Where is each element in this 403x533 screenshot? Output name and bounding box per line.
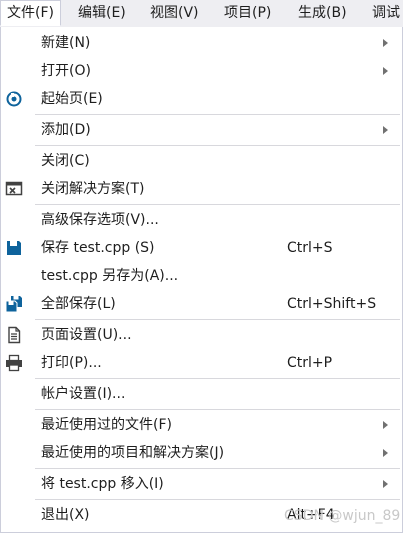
submenu-arrow-icon [383, 421, 388, 429]
shortcut-label: Ctrl+Shift+S [287, 296, 377, 312]
submenu-arrow-icon [383, 480, 388, 488]
menu-separator [35, 499, 400, 500]
save-icon [7, 241, 21, 255]
watermark: CSDN @wjun_89 [284, 508, 401, 524]
menu-separator [35, 378, 400, 379]
menu-separator [35, 409, 400, 410]
menu-view[interactable]: 视图(V) [144, 0, 205, 26]
menu-separator [35, 204, 400, 205]
submenu-arrow-icon [383, 67, 388, 75]
menu-item-label: 最近使用的项目和解决方案(J) [41, 445, 225, 461]
menu-bar: 文件(F) 编辑(E) 视图(V) 项目(P) 生成(B) 调试 [0, 0, 403, 28]
menu-item-recent-files[interactable]: 最近使用过的文件(F) [1, 411, 402, 439]
menu-item-label: 帐户设置(I)... [41, 386, 126, 402]
menu-item-label: 全部保存(L) [41, 296, 116, 312]
submenu-arrow-icon [383, 449, 388, 457]
menu-item-label: 关闭解决方案(T) [41, 181, 145, 197]
file-menu-dropdown: 新建(N) 打开(O) 起始页(E) 添加(D) 关闭(C) 关闭解决方案(T) [0, 27, 403, 533]
menu-item-label: test.cpp 另存为(A)... [41, 268, 179, 284]
printer-icon [6, 354, 22, 372]
menu-item-label: 页面设置(U)... [41, 327, 132, 343]
shortcut-label: Ctrl+S [287, 240, 333, 256]
menu-item-label: 打开(O) [41, 63, 91, 79]
menu-item-label: 添加(D) [41, 122, 91, 138]
menu-item-label: 最近使用过的文件(F) [41, 417, 172, 433]
menu-item-label: 将 test.cpp 移入(I) [41, 476, 164, 492]
menu-item-page-setup[interactable]: 页面设置(U)... [1, 321, 402, 349]
menu-item-move-into[interactable]: 将 test.cpp 移入(I) [1, 470, 402, 498]
start-page-icon [6, 91, 22, 107]
menu-separator [35, 145, 400, 146]
menu-edit[interactable]: 编辑(E) [72, 0, 132, 26]
menu-separator [35, 114, 400, 115]
menu-item-label: 退出(X) [41, 507, 90, 523]
menu-file[interactable]: 文件(F) [0, 0, 61, 26]
menu-item-close-solution[interactable]: 关闭解决方案(T) [1, 175, 402, 203]
menu-item-label: 关闭(C) [41, 153, 90, 169]
menu-separator [35, 319, 400, 320]
menu-item-save[interactable]: 保存 test.cpp (S) Ctrl+S [1, 234, 402, 262]
menu-build[interactable]: 生成(B) [292, 0, 353, 26]
menu-debug[interactable]: 调试 [366, 0, 403, 26]
submenu-arrow-icon [383, 126, 388, 134]
page-setup-icon [8, 326, 21, 344]
menu-item-close[interactable]: 关闭(C) [1, 147, 402, 175]
menu-item-label: 起始页(E) [41, 91, 103, 107]
menu-item-recent-projects[interactable]: 最近使用的项目和解决方案(J) [1, 439, 402, 467]
menu-item-label: 高级保存选项(V)... [41, 212, 159, 228]
submenu-arrow-icon [383, 39, 388, 47]
menu-item-open[interactable]: 打开(O) [1, 57, 402, 85]
menu-item-start-page[interactable]: 起始页(E) [1, 85, 402, 113]
menu-item-save-as[interactable]: test.cpp 另存为(A)... [1, 262, 402, 290]
menu-separator [35, 468, 400, 469]
menu-item-advanced-save[interactable]: 高级保存选项(V)... [1, 206, 402, 234]
menu-item-label: 新建(N) [41, 35, 91, 51]
menu-item-print[interactable]: 打印(P)... Ctrl+P [1, 349, 402, 377]
menu-item-label: 打印(P)... [41, 355, 102, 371]
menu-item-label: 保存 test.cpp (S) [41, 240, 155, 256]
menu-project[interactable]: 项目(P) [218, 0, 277, 26]
menu-item-add[interactable]: 添加(D) [1, 116, 402, 144]
shortcut-label: Ctrl+P [287, 355, 333, 371]
close-solution-icon [5, 181, 23, 196]
menu-item-new[interactable]: 新建(N) [1, 29, 402, 57]
save-all-icon [5, 296, 22, 313]
menu-item-save-all[interactable]: 全部保存(L) Ctrl+Shift+S [1, 290, 402, 318]
menu-item-account-settings[interactable]: 帐户设置(I)... [1, 380, 402, 408]
